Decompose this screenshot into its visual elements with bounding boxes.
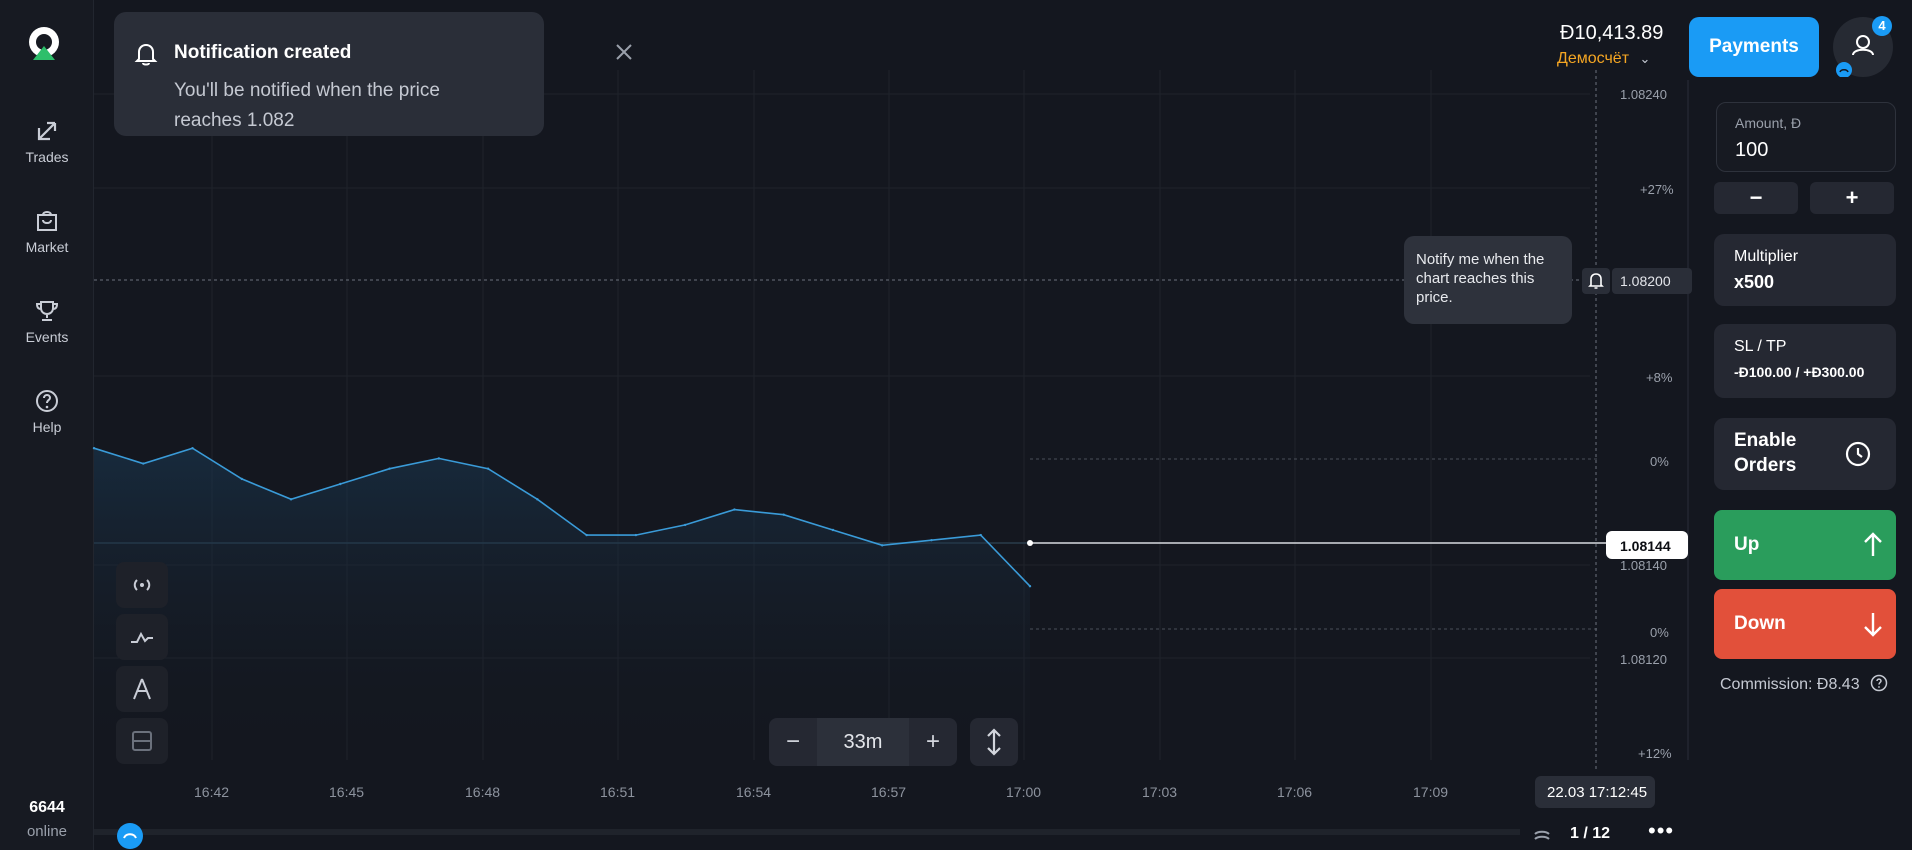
current-price-dot	[1027, 540, 1033, 546]
up-button[interactable]: Up	[1714, 510, 1896, 580]
timeframe-value[interactable]: 33m	[817, 718, 909, 766]
commission-info: Commission: Đ8.43	[1720, 674, 1888, 694]
bell-icon	[1588, 273, 1604, 289]
drawing-tools-button[interactable]	[116, 666, 168, 712]
pct-label-top: +27%	[1640, 182, 1674, 197]
alert-price-label: 1.08200	[1612, 268, 1692, 294]
multiplier-card[interactable]: Multiplier x500	[1714, 234, 1896, 306]
price-point	[634, 533, 638, 537]
commission-text: Commission: Đ8.43	[1720, 676, 1860, 693]
price-point	[585, 533, 588, 537]
price-point	[437, 457, 441, 460]
amount-input[interactable]: Amount, Đ 100	[1716, 102, 1896, 172]
x-tick-label: 16:42	[194, 784, 230, 800]
layout-button[interactable]	[116, 718, 168, 764]
price-area	[94, 448, 1030, 760]
layers-icon[interactable]	[1532, 826, 1552, 846]
vertical-resize-icon	[987, 728, 1001, 756]
price-point	[142, 462, 145, 465]
x-tick-label: 17:09	[1413, 784, 1449, 800]
split-icon	[132, 731, 152, 751]
down-label: Down	[1734, 613, 1786, 634]
multiplier-label: Multiplier	[1734, 248, 1799, 265]
compass-icon	[133, 678, 151, 700]
close-icon[interactable]	[614, 42, 634, 62]
price-point	[1028, 585, 1032, 588]
x-tick-label: 17:06	[1277, 784, 1313, 800]
account-selector[interactable]: Демосчёт ⌄	[1557, 50, 1650, 68]
price-point	[388, 467, 391, 470]
sltp-label: SL / TP	[1734, 338, 1787, 355]
account-name: Демосчёт	[1557, 50, 1630, 67]
toast-body: You'll be notified when the price reache…	[174, 80, 440, 131]
price-series	[92, 447, 1032, 760]
up-label: Up	[1734, 534, 1760, 555]
x-tick-label: 17:00	[1006, 784, 1042, 800]
price-point	[289, 498, 293, 501]
payments-button[interactable]: Payments	[1689, 17, 1819, 77]
amount-label: Amount, Đ	[1735, 115, 1802, 131]
enable-orders-card[interactable]: Enable Orders	[1714, 418, 1896, 490]
sltp-value: -Đ100.00 / +Đ300.00	[1734, 364, 1865, 380]
alert-bell-button[interactable]	[1582, 268, 1610, 294]
price-point	[733, 508, 736, 511]
fit-chart-button[interactable]	[970, 718, 1018, 766]
price-point	[930, 539, 933, 542]
x-tick-label: 16:48	[465, 784, 501, 800]
price-point	[979, 533, 982, 537]
toast-title: Notification created	[174, 42, 352, 63]
x-tick-label: 16:54	[736, 784, 772, 800]
price-point	[92, 447, 96, 450]
notify-tooltip: Notify me when the chart reaches this pr…	[1404, 236, 1572, 324]
pct-label-0a: 0%	[1650, 454, 1669, 469]
multiplier-value: x500	[1734, 272, 1775, 292]
signals-button[interactable]	[116, 562, 168, 608]
price-point	[536, 498, 539, 501]
zoom-in-button[interactable]: +	[909, 718, 957, 766]
price-point	[486, 467, 490, 470]
price-label-top: 1.08240	[1620, 87, 1667, 102]
zoom-out-button[interactable]: −	[769, 718, 817, 766]
current-price-label: 1.08144	[1606, 531, 1688, 559]
pct-label-bottom: +12%	[1638, 746, 1672, 761]
price-label-140: 1.08140	[1620, 558, 1667, 573]
price-point	[240, 477, 243, 481]
more-menu-button[interactable]: •••	[1648, 818, 1674, 844]
scroll-handle-icon[interactable]	[116, 822, 144, 850]
sltp-card[interactable]: SL / TP -Đ100.00 / +Đ300.00	[1714, 324, 1896, 398]
price-point	[831, 528, 835, 532]
arrow-down-icon	[1864, 613, 1882, 637]
x-tick-label: 17:03	[1142, 784, 1178, 800]
price-point	[782, 513, 785, 516]
price-point	[881, 544, 884, 547]
arrow-up-icon	[1864, 532, 1882, 556]
enable-orders-label: Enable Orders	[1734, 430, 1797, 476]
down-button[interactable]: Down	[1714, 589, 1896, 659]
x-tick-label: 16:51	[600, 784, 636, 800]
server-time-badge: 22.03 17:12:45	[1535, 776, 1655, 808]
price-label-120: 1.08120	[1620, 652, 1667, 667]
amount-decrease-button[interactable]: −	[1714, 182, 1798, 214]
indicators-button[interactable]	[116, 614, 168, 660]
asset-page-indicator: 1 / 12	[1570, 825, 1611, 842]
line-chart-icon	[131, 631, 153, 643]
price-point	[191, 447, 194, 450]
x-tick-label: 16:45	[329, 784, 365, 800]
amount-value[interactable]: 100	[1735, 139, 1768, 162]
notification-badge: 4	[1872, 16, 1892, 36]
amount-increase-button[interactable]: +	[1810, 182, 1894, 214]
pct-label-0b: 0%	[1650, 625, 1669, 640]
bell-icon	[134, 43, 158, 66]
pct-label-8: +8%	[1646, 370, 1673, 385]
price-point	[339, 482, 342, 486]
account-balance: Đ10,413.89	[1560, 22, 1664, 44]
price-point	[683, 523, 687, 527]
zoom-control: − 33m +	[769, 718, 957, 766]
chevron-down-icon: ⌄	[1639, 51, 1651, 66]
notification-toast: Notification created You'll be notified …	[114, 12, 632, 136]
help-icon[interactable]	[1870, 674, 1888, 692]
clock-icon	[1845, 441, 1871, 467]
x-tick-label: 16:57	[871, 784, 907, 800]
broadcast-icon	[133, 579, 151, 591]
